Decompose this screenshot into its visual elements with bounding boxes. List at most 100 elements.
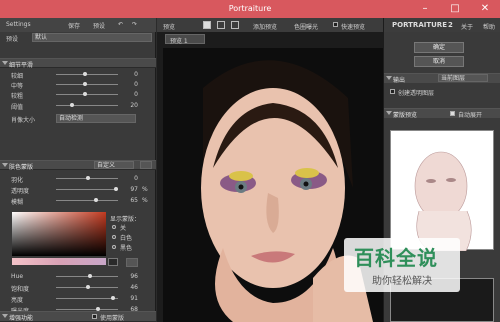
slider-track[interactable]: [56, 82, 118, 86]
portrait-size-select[interactable]: 自动检测: [56, 114, 136, 123]
slider-label: 阈值: [11, 104, 24, 111]
enhance-section-header[interactable]: 增强功能 使用蒙版: [0, 311, 156, 322]
slider-value[interactable]: 0: [122, 71, 138, 78]
about-button[interactable]: 关于: [461, 22, 473, 31]
radio-white[interactable]: [112, 235, 116, 239]
slider-value[interactable]: 91: [122, 295, 138, 302]
mask-preview-drawing: [414, 151, 472, 252]
slider-row: 饱和度 46: [0, 283, 156, 293]
slider-value[interactable]: 0: [122, 91, 138, 98]
slider-knob[interactable]: [86, 285, 90, 289]
detail-section-header[interactable]: 细节平滑: [0, 58, 156, 69]
slider-row: 较细 0: [0, 70, 156, 80]
slider-knob[interactable]: [111, 296, 115, 300]
slider-label: 亮度: [11, 297, 24, 304]
slider-label: 较粗: [11, 93, 24, 100]
slider-value[interactable]: 0: [122, 175, 138, 182]
slider-knob[interactable]: [83, 72, 87, 76]
slider-track[interactable]: [56, 187, 118, 191]
use-mask-checkbox[interactable]: [92, 314, 97, 319]
slider-label: 羽化: [11, 177, 24, 184]
slider-row: 透明度 97 %: [0, 185, 156, 195]
slider-value[interactable]: 20: [122, 102, 138, 109]
color-picker-field[interactable]: [12, 212, 106, 256]
slider-row: 阈值 20: [0, 101, 156, 111]
mask-preview-title: 蒙版预览: [393, 112, 418, 119]
maximize-button[interactable]: □: [440, 0, 470, 18]
collapse-arrow-icon: [2, 61, 8, 65]
use-mask-label: 使用蒙版: [100, 315, 125, 322]
tab-preview-1[interactable]: 预览 1: [165, 34, 205, 45]
slider-value[interactable]: 97: [122, 186, 138, 193]
hue-strip[interactable]: [12, 258, 106, 265]
output-select[interactable]: 当前图层: [438, 74, 488, 82]
slider-track[interactable]: [56, 92, 118, 96]
output-section-header[interactable]: 输出 当前图层: [384, 73, 500, 84]
ok-button[interactable]: 确定: [414, 42, 464, 53]
split-view-icon[interactable]: [217, 21, 225, 29]
cancel-button[interactable]: 取消: [414, 56, 464, 67]
slider-label: Hue: [11, 273, 24, 280]
slider-knob[interactable]: [83, 92, 87, 96]
dual-view-icon[interactable]: [231, 21, 239, 29]
mask-menu-icon[interactable]: [140, 161, 152, 169]
slider-knob[interactable]: [83, 82, 87, 86]
preset-button[interactable]: 预设: [93, 21, 105, 30]
redo-icon[interactable]: ↷: [132, 21, 137, 28]
show-mask-label: 显示蒙版：: [110, 216, 141, 223]
new-layer-checkbox[interactable]: [390, 89, 395, 94]
tab-label: 预览 1: [170, 38, 188, 45]
slider-knob[interactable]: [70, 103, 74, 107]
preset-label: 预设: [6, 36, 19, 43]
slider-track[interactable]: [56, 296, 118, 300]
slider-value[interactable]: 96: [122, 273, 138, 280]
quick-preview-checkbox[interactable]: [333, 22, 338, 27]
preset-select[interactable]: 默认: [32, 33, 152, 42]
radio-off[interactable]: [112, 225, 116, 229]
slider-label: 中等: [11, 83, 24, 90]
slider-row: Hue 96: [0, 272, 156, 281]
help-button[interactable]: 帮助: [483, 22, 495, 31]
close-button[interactable]: ✕: [470, 0, 500, 18]
quick-preview-label: 快速预览: [341, 24, 366, 31]
slider-value[interactable]: 46: [122, 284, 138, 291]
slider-label: 模糊: [11, 199, 24, 206]
brand-bar: PORTRAITURE 2 关于 帮助: [384, 18, 500, 32]
slider-track[interactable]: [56, 274, 118, 278]
mask-mode-select[interactable]: 自定义: [94, 161, 134, 169]
undo-icon[interactable]: ↶: [118, 21, 123, 28]
slider-track[interactable]: [56, 176, 118, 180]
title-bar: Portraiture – □ ✕: [0, 0, 500, 18]
save-button[interactable]: 保存: [68, 21, 80, 30]
slider-value[interactable]: 0: [122, 81, 138, 88]
eyedropper-plus-icon[interactable]: [126, 258, 138, 267]
slider-knob[interactable]: [94, 198, 98, 202]
eyedropper-icon[interactable]: [108, 258, 118, 266]
new-layer-label: 创建透明图层: [398, 90, 435, 97]
slider-knob[interactable]: [86, 176, 90, 180]
radio-black[interactable]: [112, 245, 116, 249]
radio-label: 白色: [120, 235, 133, 242]
slider-value[interactable]: 65: [122, 197, 138, 204]
slider-track[interactable]: [56, 103, 118, 107]
slider-label: 较细: [11, 73, 24, 80]
mask-preview-header[interactable]: 蒙版预览 自动展开: [384, 108, 500, 119]
radio-label: 关: [120, 225, 127, 232]
mask-section-title: 肤色蒙版: [9, 164, 34, 171]
single-view-icon[interactable]: [203, 21, 211, 29]
auto-expand-checkbox[interactable]: [450, 111, 455, 116]
brand-logo: PORTRAITURE: [392, 21, 447, 29]
add-preview-button[interactable]: 添加预览: [253, 22, 277, 31]
site-watermark: 百科全说 助你轻松解决: [344, 238, 460, 292]
slider-knob[interactable]: [88, 274, 92, 278]
color-sample-button[interactable]: 色圈曝光: [294, 22, 318, 31]
minimize-button[interactable]: –: [410, 0, 440, 18]
slider-track[interactable]: [56, 285, 118, 289]
mask-section-header[interactable]: 肤色蒙版 自定义: [0, 160, 156, 171]
preset-row: 预设 默认: [0, 32, 156, 43]
slider-unit: %: [142, 197, 148, 204]
slider-track[interactable]: [56, 72, 118, 76]
slider-track[interactable]: [56, 198, 118, 202]
slider-track[interactable]: [56, 307, 118, 311]
slider-knob[interactable]: [114, 187, 118, 191]
